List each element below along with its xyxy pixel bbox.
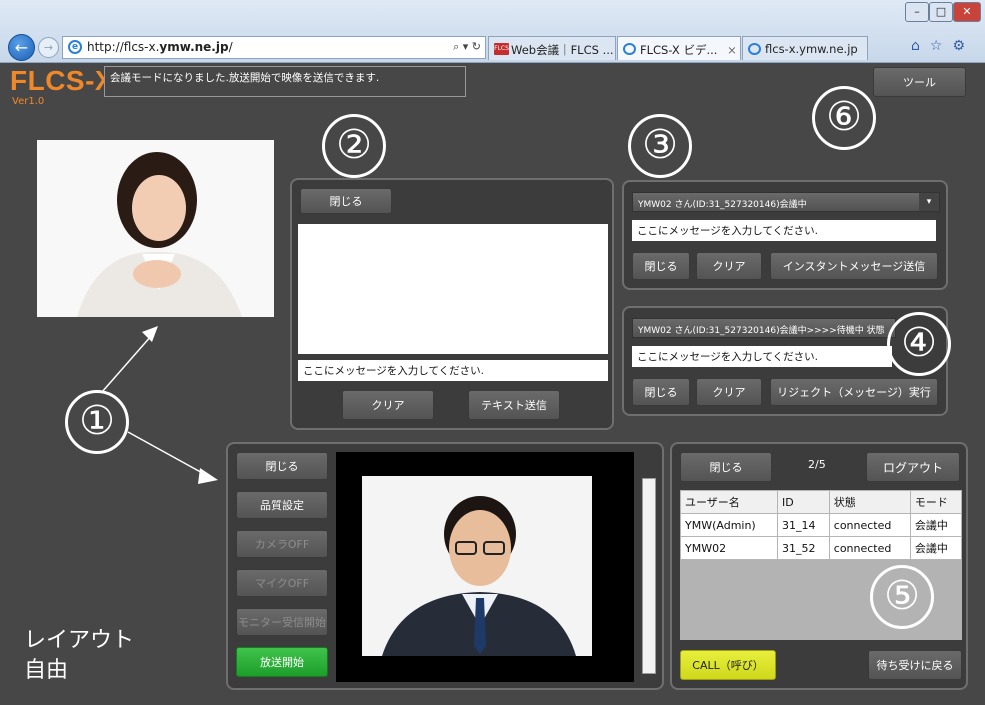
camera-off-button[interactable]: カメラOFF — [236, 530, 328, 558]
cell-status: connected — [828, 536, 911, 560]
remote-video — [336, 452, 634, 682]
instant-recipient-select[interactable]: YMW02 さん(ID:31_527320146)会議中 ▾ — [632, 192, 940, 212]
instant-close-button[interactable]: 閉じる — [632, 252, 690, 280]
col-username[interactable]: ユーザー名 — [679, 490, 779, 514]
users-close-button[interactable]: 閉じる — [680, 452, 772, 482]
back-to-standby-button[interactable]: 待ち受けに戻る — [868, 650, 962, 680]
broadcast-start-button[interactable]: 放送開始 — [236, 647, 328, 677]
logout-button[interactable]: ログアウト — [866, 452, 960, 482]
callout-4: ④ — [887, 312, 951, 376]
layout-label: レイアウト 自由 — [24, 626, 134, 686]
text-send-button[interactable]: テキスト送信 — [468, 390, 560, 420]
woman-photo — [37, 140, 274, 317]
man-photo — [362, 476, 592, 656]
video-close-button[interactable]: 閉じる — [236, 452, 328, 480]
layout-label-line2: 自由 — [24, 658, 69, 683]
layout-label-line1: レイアウト — [24, 628, 135, 653]
text-chat-panel: 閉じる ここにメッセージを入力してください. クリア テキスト送信 — [290, 178, 614, 430]
chevron-down-icon[interactable]: ▾ — [919, 193, 939, 211]
user-count: 2/5 — [808, 458, 826, 471]
user-table: ユーザー名 ID 状態 モード YMW(Admin) 31_14 connect… — [679, 490, 963, 560]
col-status[interactable]: 状態 — [828, 490, 911, 514]
text-message-input[interactable]: ここにメッセージを入力してください. — [298, 360, 608, 381]
reject-clear-button[interactable]: クリア — [696, 378, 762, 406]
col-id[interactable]: ID — [777, 490, 830, 514]
cell-status: connected — [828, 513, 911, 537]
instant-recipient-label: YMW02 さん(ID:31_527320146)会議中 — [638, 200, 807, 210]
monitor-receive-button[interactable]: モニター受信開始 — [236, 608, 328, 636]
table-row[interactable]: YMW(Admin) 31_14 connected 会議中 — [679, 513, 963, 537]
user-list-panel: 閉じる 2/5 ログアウト ユーザー名 ID 状態 モード YMW(Admin)… — [670, 442, 968, 690]
instant-clear-button[interactable]: クリア — [696, 252, 762, 280]
mic-off-button[interactable]: マイクOFF — [236, 569, 328, 597]
cell-id: 31_52 — [777, 536, 830, 560]
text-chat-log — [298, 224, 608, 354]
quality-settings-button[interactable]: 品質設定 — [236, 491, 328, 519]
reject-recipient-select[interactable]: YMW02 さん(ID:31_527320146)会議中>>>>待機中 状態 — [632, 318, 896, 338]
video-panel: 閉じる 品質設定 カメラOFF マイクOFF モニター受信開始 放送開始 — [226, 442, 664, 690]
cell-username: YMW(Admin) — [679, 513, 779, 537]
text-panel-close-button[interactable]: 閉じる — [300, 188, 392, 214]
video-scrollbar[interactable] — [642, 478, 656, 674]
cell-mode: 会議中 — [909, 513, 963, 537]
callout-5: ⑤ — [870, 565, 934, 629]
cell-id: 31_14 — [777, 513, 830, 537]
text-clear-button[interactable]: クリア — [342, 390, 434, 420]
col-mode[interactable]: モード — [909, 490, 963, 514]
table-row[interactable]: YMW02 31_52 connected 会議中 — [679, 536, 963, 560]
reject-message-input[interactable]: ここにメッセージを入力してください. — [632, 346, 892, 367]
call-button[interactable]: CALL（呼び） — [680, 650, 776, 680]
local-video-preview — [37, 140, 274, 317]
instant-message-input[interactable]: ここにメッセージを入力してください. — [632, 220, 936, 241]
reject-execute-button[interactable]: リジェクト（メッセージ）実行 — [770, 378, 938, 406]
instant-message-panel: YMW02 さん(ID:31_527320146)会議中 ▾ ここにメッセージを入… — [622, 180, 948, 290]
cell-username: YMW02 — [679, 536, 779, 560]
reject-close-button[interactable]: 閉じる — [632, 378, 690, 406]
instant-send-button[interactable]: インスタントメッセージ送信 — [770, 252, 938, 280]
cell-mode: 会議中 — [909, 536, 963, 560]
